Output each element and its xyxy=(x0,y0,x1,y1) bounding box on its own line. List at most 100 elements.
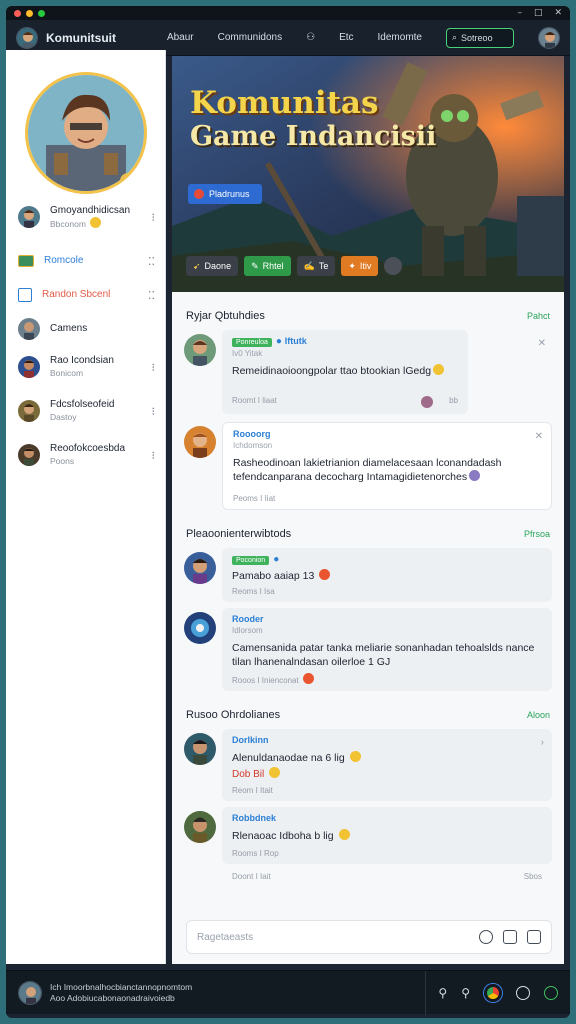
contact-name: Fdcsfolseofeid xyxy=(50,399,115,410)
close-dot[interactable] xyxy=(14,9,21,17)
contact-status: Dastoy xyxy=(50,412,77,422)
status-avatar[interactable] xyxy=(18,980,42,1005)
maximize-icon[interactable]: □ xyxy=(534,8,543,18)
post-item[interactable]: Ponreuloa ● Iftutk Iv0 Yitak Remeidinaoio… xyxy=(172,330,564,414)
post-item[interactable]: Roooorg Ichdomson Rasheodinoan lakietria… xyxy=(172,422,564,510)
verified-icon: ● xyxy=(273,554,280,565)
drag-handle-icon[interactable]: ⁚⁚ xyxy=(148,289,155,302)
maximize-dot[interactable] xyxy=(38,9,45,17)
options-icon[interactable] xyxy=(384,257,403,275)
post-count: Sbos xyxy=(523,872,542,881)
more-icon[interactable]: ⁝ xyxy=(152,405,156,418)
app-logo-avatar[interactable] xyxy=(16,26,38,49)
close-icon[interactable]: ✕ xyxy=(535,431,543,442)
sidebar-item-contact[interactable]: Rao Icondsian Bonicom ⁝ xyxy=(6,350,165,384)
nav-link-more[interactable]: Idemomte xyxy=(378,32,422,43)
nav-link-etc[interactable]: Etc xyxy=(339,32,353,43)
post-text: Rasheodinoan lakietrianion diamelacesaan… xyxy=(233,457,502,483)
post-card: Dorlkinn Alenuldanaodae na 6 lig Dob Bil… xyxy=(222,729,552,801)
contact-avatar xyxy=(18,444,40,466)
more-icon[interactable]: ⁝ xyxy=(152,211,156,224)
button-label: Itiv xyxy=(359,261,372,271)
attach-icon[interactable] xyxy=(503,930,517,944)
post-author[interactable]: Robbdnek xyxy=(232,813,542,823)
search-placeholder: Sotreoo xyxy=(461,32,493,43)
sidebar-item-contact[interactable]: Reoofokcoesbda Poons ⁝ xyxy=(6,438,165,472)
profile-icon[interactable]: ⚲ xyxy=(461,986,470,1000)
section-title: Ryjar Qbtuhdies xyxy=(186,310,265,322)
post-item[interactable]: Robbdnek Rlenaoac Idboha b lig Rooms I R… xyxy=(172,807,564,864)
user-avatar[interactable] xyxy=(538,26,560,49)
sidebar-item-calendar[interactable]: Randon Sbcenl ⁚⁚ xyxy=(6,278,165,312)
post-avatar[interactable] xyxy=(184,334,216,366)
calendar-icon xyxy=(18,288,32,302)
more-icon[interactable]: ⁝ xyxy=(152,361,156,374)
post-avatar[interactable] xyxy=(184,552,216,584)
emoji-icon xyxy=(433,364,445,375)
hero-title: Komunitas Game Indancisii xyxy=(190,86,436,154)
post-avatar[interactable] xyxy=(184,426,216,458)
nav-link-communities[interactable]: Communidons xyxy=(218,32,282,43)
post-item[interactable]: Dorlkinn Alenuldanaodae na 6 lig Dob Bil… xyxy=(172,729,564,801)
emoji-icon xyxy=(338,829,350,840)
sidebar-item-label: Romcole xyxy=(44,255,84,266)
chat-bubble-icon[interactable] xyxy=(479,930,493,944)
hero-button-rhtel[interactable]: ✎ Rhtel xyxy=(244,256,291,276)
post-author[interactable]: Dorlkinn xyxy=(232,735,542,745)
emoji-icon xyxy=(319,569,331,580)
sidebar-item-label: Camens xyxy=(50,323,88,334)
sidebar-item-camens[interactable]: Camens xyxy=(6,312,165,346)
sidebar-profile-row[interactable]: Gmoyandhidicsan Bbconom ⁝ xyxy=(6,200,165,234)
close-icon[interactable]: ✕ xyxy=(554,8,562,18)
section-link[interactable]: Pahct xyxy=(527,311,550,321)
close-icon[interactable]: ✕ xyxy=(538,338,546,349)
sidebar-item-contact[interactable]: Fdcsfolseofeid Dastoy ⁝ xyxy=(6,394,165,428)
contact-status: Poons xyxy=(50,456,75,466)
power-icon[interactable] xyxy=(544,985,558,1000)
message-composer[interactable]: Ragetaeasts xyxy=(186,920,552,954)
post-tag: Poconion xyxy=(232,556,270,565)
profile-status: Bbconom xyxy=(50,218,86,229)
hero-button-daone[interactable]: ➹ Daone xyxy=(186,256,239,276)
main-content: Komunitas Game Indancisii Pladrunus ➹ Dao… xyxy=(172,56,564,964)
drag-handle-icon[interactable]: ⁚⁚ xyxy=(148,255,155,268)
post-avatar[interactable] xyxy=(184,811,216,843)
section-link[interactable]: Aloon xyxy=(527,710,550,720)
minimize-icon[interactable]: – xyxy=(517,8,522,18)
chevron-right-icon[interactable]: › xyxy=(541,737,544,748)
post-item[interactable]: Rooder Idlorsom Camensanida patar tanka … xyxy=(172,608,564,691)
post-text: Pamabo aaiap 13 xyxy=(232,570,315,582)
pen-icon: ✍ xyxy=(303,260,315,271)
post-meta: Reom I Itait xyxy=(232,786,273,795)
section-link[interactable]: Pfrsoa xyxy=(524,529,550,539)
composer-input[interactable]: Ragetaeasts xyxy=(197,932,253,943)
status-line2: Aoo Adobiucabonaonadraivoiedb xyxy=(50,992,175,1003)
button-label: Rhtel xyxy=(262,261,284,271)
hero-button-itiv[interactable]: ✦ Itiv xyxy=(341,256,379,276)
search-input[interactable]: ⌕ Sotreoo xyxy=(446,27,514,48)
post-author[interactable]: Iftutk xyxy=(285,336,307,346)
browser-icon[interactable] xyxy=(484,983,502,1002)
profile-avatar-large[interactable] xyxy=(24,72,147,194)
post-author[interactable]: Rooder xyxy=(232,614,542,624)
star-icon: ✦ xyxy=(348,260,356,271)
people-icon[interactable]: ⚇ xyxy=(306,32,315,43)
profile-icon[interactable]: ⚲ xyxy=(438,986,447,1000)
nav-link-about[interactable]: Abaur xyxy=(167,32,194,43)
hero-button-te[interactable]: ✍ Te xyxy=(296,256,336,276)
settings-icon[interactable] xyxy=(527,930,541,944)
sidebar-item-chat[interactable]: Romcole ⁚⁚ xyxy=(6,244,165,278)
settings-icon[interactable] xyxy=(516,985,530,1000)
post-subtitle: Ichdomson xyxy=(233,441,273,450)
minimize-dot[interactable] xyxy=(26,9,33,17)
brand-name[interactable]: Komunitsuit xyxy=(46,31,116,45)
status-line1: Ich Imoorbnalhocbianctannopnomtom xyxy=(50,981,193,992)
hero-chip[interactable]: Pladrunus xyxy=(188,184,262,204)
more-icon[interactable]: ⁝ xyxy=(152,449,156,462)
post-tag: Ponreuloa xyxy=(232,338,272,347)
emoji-icon xyxy=(349,751,361,762)
post-avatar[interactable] xyxy=(184,612,216,644)
post-avatar[interactable] xyxy=(184,733,216,765)
post-author[interactable]: Roooorg xyxy=(233,429,541,439)
post-item[interactable]: Poconion ● Pamabo aaiap 13 Reoms I Isa xyxy=(172,548,564,602)
